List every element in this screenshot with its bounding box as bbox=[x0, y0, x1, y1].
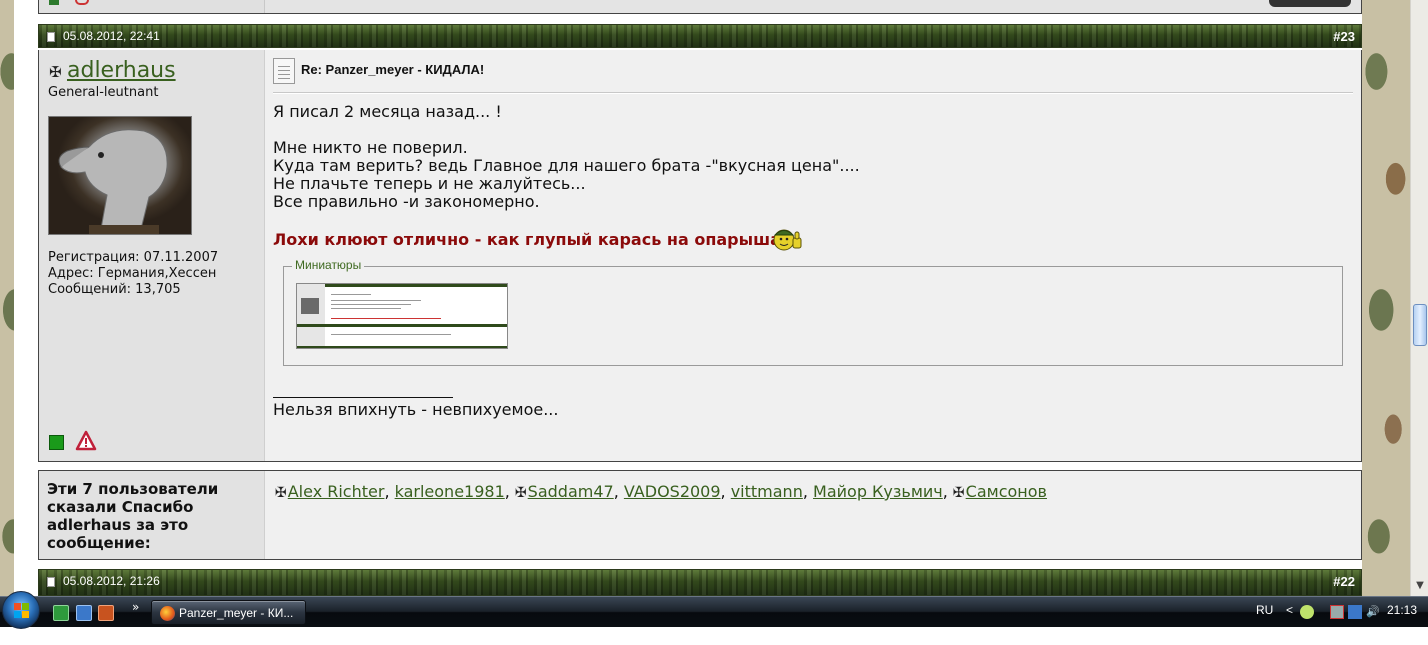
post-body: ✠ adlerhaus General-leutnant Регистрация… bbox=[38, 50, 1362, 462]
post-number-link[interactable]: #23 bbox=[1333, 29, 1355, 44]
thumbs-up-smiley-icon bbox=[771, 226, 803, 252]
volume-icon[interactable]: 🔊 bbox=[1366, 605, 1380, 619]
thanks-user-link[interactable]: karleone1981 bbox=[395, 482, 505, 501]
post-text-line: Мне никто не поверил. bbox=[273, 138, 468, 157]
quick-launch-app-icon[interactable] bbox=[53, 605, 69, 621]
avatar[interactable] bbox=[48, 116, 192, 235]
thumbnails-fieldset: Миниатюры bbox=[283, 258, 1343, 366]
signature-text: Нельзя впихнуть - невпихуемое... bbox=[273, 400, 559, 419]
iron-cross-icon: ✠ bbox=[49, 63, 62, 81]
thanks-user-link[interactable]: Самсонов bbox=[966, 482, 1047, 501]
windows-taskbar: » Panzer_meyer - КИ... RU < 🔊 21:13 bbox=[0, 591, 1428, 629]
iron-cross-icon: ✠ bbox=[514, 485, 527, 501]
tray-expand-icon[interactable]: < bbox=[1286, 603, 1293, 617]
post-icon bbox=[47, 32, 55, 42]
previous-post-sidebar bbox=[39, 0, 265, 13]
post-text-line: Все правильно -и закономерно. bbox=[273, 192, 540, 211]
highlighted-text: Лохи клюют отлично - как глупый карась н… bbox=[273, 230, 781, 249]
user-sidebar: ✠ adlerhaus General-leutnant Регистрация… bbox=[39, 50, 265, 461]
post-date: 05.08.2012, 21:26 bbox=[63, 574, 160, 588]
username-link[interactable]: adlerhaus bbox=[67, 58, 176, 83]
right-camo-background bbox=[1362, 0, 1410, 596]
quick-launch-overflow-icon[interactable]: » bbox=[132, 600, 139, 614]
post-title-icon bbox=[273, 58, 295, 84]
safely-remove-hardware-icon[interactable] bbox=[1330, 605, 1344, 619]
post-title: Re: Panzer_meyer - КИДАЛА! bbox=[301, 62, 485, 77]
attachment-thumbnail[interactable] bbox=[296, 283, 508, 349]
post-text-line: Не плачьте теперь и не жалуйтесь... bbox=[273, 174, 586, 193]
post-text-line: Куда там верить? ведь Главное для нашего… bbox=[273, 156, 860, 175]
next-post-header: 05.08.2012, 21:26 #22 bbox=[38, 569, 1362, 596]
thanks-box: Эти 7 пользователи сказали Спасибо adler… bbox=[38, 470, 1362, 560]
start-button[interactable] bbox=[2, 591, 40, 629]
vertical-scrollbar[interactable]: ▼ bbox=[1410, 0, 1428, 596]
thumbnails-label: Миниатюры bbox=[292, 258, 365, 272]
thanks-user-list: ✠Alex Richter, karleone1981, ✠Saddam47, … bbox=[275, 482, 1047, 501]
post-icon bbox=[47, 577, 55, 587]
post-text-line: Я писал 2 месяца назад... ! bbox=[273, 102, 502, 121]
thanks-label-cell: Эти 7 пользователи сказали Спасибо adler… bbox=[39, 471, 265, 559]
signature-divider bbox=[273, 397, 453, 398]
thanks-user-link[interactable]: vittmann bbox=[731, 482, 803, 501]
user-rank: General-leutnant bbox=[48, 85, 159, 100]
thanks-label: Эти 7 пользователи сказали Спасибо adler… bbox=[47, 480, 219, 552]
thanks-user-link[interactable]: Saddam47 bbox=[528, 482, 614, 501]
online-status-icon bbox=[49, 0, 59, 5]
quick-launch-app-icon[interactable] bbox=[98, 605, 114, 621]
post-header: 05.08.2012, 22:41 #23 bbox=[38, 24, 1362, 48]
previous-post-remnant bbox=[38, 0, 1362, 14]
post-content: Re: Panzer_meyer - КИДАЛА! Я писал 2 мес… bbox=[273, 50, 1355, 461]
show-desktop-icon[interactable] bbox=[76, 605, 92, 621]
user-address: Адрес: Германия,Хессен bbox=[48, 266, 217, 281]
user-registration: Регистрация: 07.11.2007 bbox=[48, 250, 219, 265]
taskbar-window-firefox[interactable]: Panzer_meyer - КИ... bbox=[151, 600, 306, 625]
post-date: 05.08.2012, 22:41 bbox=[63, 29, 160, 43]
post-number-link[interactable]: #22 bbox=[1333, 574, 1355, 589]
network-icon[interactable] bbox=[1348, 605, 1362, 619]
firefox-icon bbox=[160, 606, 175, 621]
language-indicator[interactable]: RU bbox=[1256, 603, 1273, 617]
report-icon[interactable] bbox=[75, 0, 89, 5]
scroll-down-arrow-icon[interactable]: ▼ bbox=[1412, 578, 1428, 594]
thanks-user-link[interactable]: Майор Кузьмич bbox=[813, 482, 943, 501]
user-post-count: Сообщений: 13,705 bbox=[48, 282, 181, 297]
iron-cross-icon: ✠ bbox=[952, 485, 965, 501]
clock[interactable]: 21:13 bbox=[1387, 603, 1417, 617]
thanks-user-link[interactable]: Alex Richter bbox=[288, 482, 385, 501]
online-status-icon bbox=[49, 435, 64, 450]
tray-app-icon[interactable] bbox=[1300, 605, 1314, 619]
report-post-icon[interactable] bbox=[75, 430, 97, 452]
scrollbar-thumb[interactable] bbox=[1413, 304, 1427, 346]
thanks-user-link[interactable]: VADOS2009 bbox=[624, 482, 721, 501]
iron-cross-icon: ✠ bbox=[275, 485, 287, 501]
quote-button[interactable] bbox=[1269, 0, 1351, 7]
taskbar-window-title: Panzer_meyer - КИ... bbox=[179, 606, 294, 620]
title-divider bbox=[273, 92, 1353, 94]
